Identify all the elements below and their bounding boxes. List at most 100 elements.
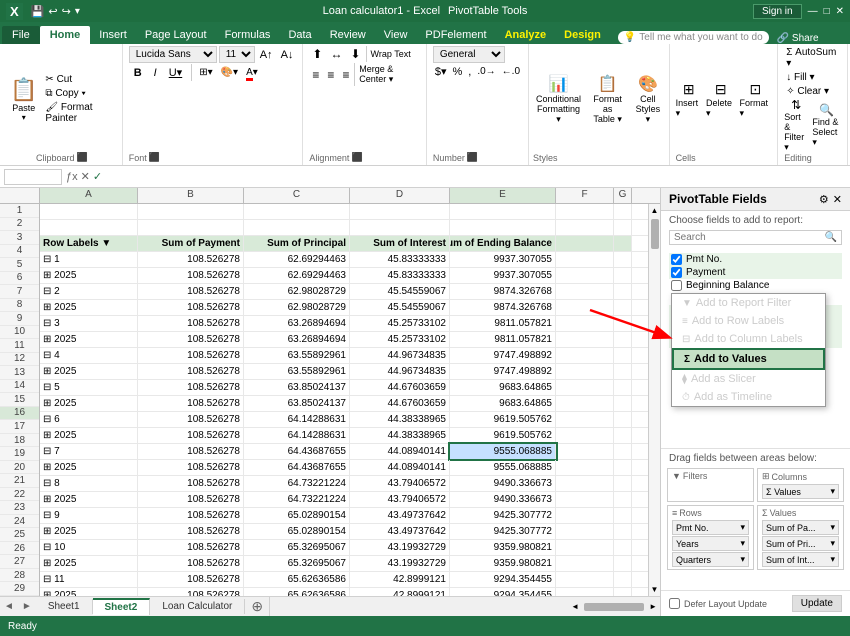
grid-cell[interactable] bbox=[614, 508, 632, 523]
grid-cell[interactable] bbox=[450, 220, 556, 235]
col-header-g[interactable]: G bbox=[614, 188, 632, 203]
increase-decimal-button[interactable]: .0→ bbox=[475, 65, 497, 78]
pivot-close-icon[interactable]: ✕ bbox=[833, 193, 842, 206]
grid-cell[interactable]: 45.25733102 bbox=[350, 332, 450, 347]
number-format-select[interactable]: General bbox=[433, 46, 505, 63]
sort-filter-button[interactable]: ⇅Sort &Filter ▾ bbox=[784, 98, 808, 153]
bold-button[interactable]: B bbox=[129, 65, 147, 81]
sum-principal-tag[interactable]: Sum of Pri...▾ bbox=[762, 536, 839, 551]
grid-cell[interactable] bbox=[556, 556, 614, 571]
grid-cell[interactable]: 108.526278 bbox=[138, 316, 244, 331]
paste-button[interactable]: 📋 Paste ▾ bbox=[6, 75, 41, 124]
grid-cell[interactable]: 9294.354455 bbox=[450, 588, 556, 596]
grid-cell[interactable]: 108.526278 bbox=[138, 572, 244, 587]
grid-cell[interactable]: 9619.505762 bbox=[450, 412, 556, 427]
scroll-up-arrow[interactable]: ▲ bbox=[649, 204, 660, 217]
quick-access-redo[interactable]: ↪ bbox=[62, 5, 71, 18]
col-header-e[interactable]: E bbox=[450, 188, 556, 203]
grid-cell[interactable]: 44.38338965 bbox=[350, 428, 450, 443]
fill-color-button[interactable]: 🎨▾ bbox=[218, 66, 241, 79]
tab-design[interactable]: Design bbox=[555, 26, 610, 44]
grid-cell[interactable]: ⊟ 1 bbox=[40, 252, 138, 267]
horizontal-scroll-left[interactable]: ◄ bbox=[568, 601, 582, 612]
grid-cell[interactable] bbox=[556, 444, 614, 459]
grid-cell[interactable]: 9683.64865 bbox=[450, 396, 556, 411]
grid-cell[interactable]: 64.14288631 bbox=[244, 412, 350, 427]
grid-cell[interactable]: 43.79406572 bbox=[350, 476, 450, 491]
grid-cell[interactable] bbox=[614, 588, 632, 596]
tab-data[interactable]: Data bbox=[279, 26, 320, 44]
grid-cell[interactable] bbox=[614, 364, 632, 379]
grid-cell[interactable]: 44.08940141 bbox=[350, 444, 450, 459]
grid-cell[interactable]: 108.526278 bbox=[138, 460, 244, 475]
grid-cell[interactable]: ⊞ 2025 bbox=[40, 428, 138, 443]
increase-font-button[interactable]: A↑ bbox=[257, 47, 276, 63]
align-left-button[interactable]: ≡ bbox=[309, 67, 322, 83]
grid-cell[interactable]: 9490.336673 bbox=[450, 492, 556, 507]
grid-cell[interactable]: 44.67603659 bbox=[350, 396, 450, 411]
grid-cell[interactable] bbox=[614, 252, 632, 267]
merge-center-button[interactable]: Merge & Center ▾ bbox=[357, 63, 420, 86]
grid-cell[interactable]: 9425.307772 bbox=[450, 524, 556, 539]
find-select-button[interactable]: 🔍Find &Select ▾ bbox=[812, 103, 841, 148]
grid-cell[interactable] bbox=[614, 492, 632, 507]
grid-cell[interactable] bbox=[556, 348, 614, 363]
grid-cell[interactable]: 64.73221224 bbox=[244, 492, 350, 507]
grid-cell[interactable]: ⊟ 2 bbox=[40, 284, 138, 299]
grid-cell[interactable] bbox=[614, 476, 632, 491]
format-painter-button[interactable]: 🖌 Format Painter bbox=[42, 101, 117, 125]
paste-dropdown[interactable]: ▾ bbox=[22, 113, 26, 122]
grid-cell[interactable]: 44.67603659 bbox=[350, 380, 450, 395]
cell-reference-box[interactable]: E16 bbox=[4, 169, 62, 185]
clear-button[interactable]: ✧ Clear ▾ bbox=[784, 85, 841, 98]
grid-cell[interactable] bbox=[556, 524, 614, 539]
grid-cell[interactable] bbox=[556, 332, 614, 347]
tab-file[interactable]: File bbox=[2, 26, 40, 44]
grid-cell[interactable]: 65.62636586 bbox=[244, 588, 350, 596]
scroll-thumb[interactable] bbox=[651, 219, 659, 249]
grid-cell[interactable]: 65.02890154 bbox=[244, 524, 350, 539]
grid-cell[interactable] bbox=[556, 316, 614, 331]
grid-cell[interactable]: ⊟ 10 bbox=[40, 540, 138, 555]
underline-button[interactable]: U▾ bbox=[164, 64, 187, 81]
col-header-c[interactable]: C bbox=[244, 188, 350, 203]
font-color-button[interactable]: A▾ bbox=[243, 66, 261, 79]
grid-cell[interactable]: 64.43687655 bbox=[244, 460, 350, 475]
grid-cell[interactable]: 108.526278 bbox=[138, 492, 244, 507]
tab-formulas[interactable]: Formulas bbox=[216, 26, 280, 44]
grid-cell[interactable] bbox=[614, 300, 632, 315]
tab-page-layout[interactable]: Page Layout bbox=[136, 26, 216, 44]
copy-button[interactable]: ⧉ Copy ▾ bbox=[42, 87, 117, 100]
grid-cell[interactable]: 108.526278 bbox=[138, 380, 244, 395]
grid-cell[interactable] bbox=[350, 220, 450, 235]
grid-cell[interactable]: ⊟ 6 bbox=[40, 412, 138, 427]
grid-cell[interactable]: 43.19932729 bbox=[350, 556, 450, 571]
format-cells-button[interactable]: ⊡ Format ▾ bbox=[739, 81, 771, 119]
grid-cell[interactable] bbox=[556, 364, 614, 379]
sheet-tab-loan-calculator[interactable]: Loan Calculator bbox=[150, 599, 245, 614]
grid-cell[interactable]: 9425.307772 bbox=[450, 508, 556, 523]
align-middle-button[interactable]: ↔ bbox=[327, 46, 345, 62]
years-tag[interactable]: Years▾ bbox=[672, 536, 749, 551]
close-icon[interactable]: ✕ bbox=[836, 6, 844, 17]
grid-cell[interactable]: 63.55892961 bbox=[244, 364, 350, 379]
grid-cell[interactable]: 108.526278 bbox=[138, 300, 244, 315]
grid-cell[interactable]: 9359.980821 bbox=[450, 556, 556, 571]
horizontal-scroll-right[interactable]: ► bbox=[646, 601, 660, 612]
grid-cell[interactable] bbox=[556, 204, 614, 219]
grid-cell[interactable]: 65.32695067 bbox=[244, 540, 350, 555]
autosum-button[interactable]: Σ AutoSum ▾ bbox=[784, 46, 841, 70]
grid-cell[interactable]: 62.98028729 bbox=[244, 284, 350, 299]
grid-cell[interactable]: 9811.057821 bbox=[450, 316, 556, 331]
grid-cell[interactable]: 9490.336673 bbox=[450, 476, 556, 491]
pmt-no-tag[interactable]: Pmt No.▾ bbox=[672, 520, 749, 535]
grid-cell[interactable] bbox=[556, 540, 614, 555]
grid-cell[interactable] bbox=[556, 268, 614, 283]
grid-cell[interactable]: ⊟ 11 bbox=[40, 572, 138, 587]
grid-cell[interactable]: 108.526278 bbox=[138, 396, 244, 411]
next-sheet-button[interactable]: ► bbox=[18, 600, 36, 613]
grid-cell[interactable]: 62.98028729 bbox=[244, 300, 350, 315]
years-dropdown[interactable]: ▾ bbox=[740, 538, 745, 549]
grid-cell[interactable] bbox=[614, 524, 632, 539]
grid-cell[interactable]: 108.526278 bbox=[138, 348, 244, 363]
